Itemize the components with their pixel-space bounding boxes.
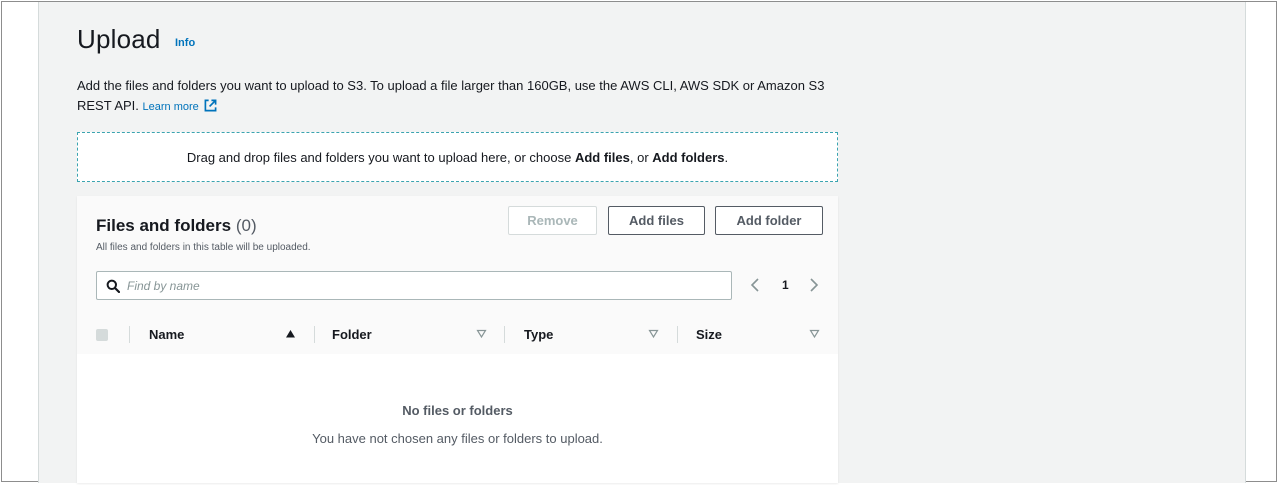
learn-more-link[interactable]: Learn more bbox=[142, 99, 217, 113]
column-header-name[interactable]: Name bbox=[149, 327, 184, 342]
column-header-type[interactable]: Type bbox=[524, 327, 553, 342]
external-link-icon bbox=[204, 99, 217, 112]
browser-frame: Upload Info Add the files and folders yo… bbox=[1, 1, 1277, 483]
search-box bbox=[96, 271, 732, 300]
table-body bbox=[77, 354, 838, 483]
column-header-folder[interactable]: Folder bbox=[332, 327, 372, 342]
dropzone-text-after: . bbox=[724, 149, 729, 165]
panel-subtitle: All files and folders in this table will… bbox=[96, 242, 311, 253]
search-icon bbox=[106, 279, 120, 293]
chevron-left-icon[interactable] bbox=[749, 276, 761, 294]
column-divider bbox=[314, 326, 315, 343]
dropzone-add-files: Add files bbox=[574, 149, 630, 165]
page-title: Upload bbox=[77, 24, 161, 54]
empty-state-description: You have not chosen any files or folders… bbox=[312, 431, 603, 446]
upload-dropzone[interactable]: Drag and drop files and folders you want… bbox=[77, 132, 838, 182]
add-folder-button[interactable]: Add folder bbox=[715, 206, 823, 235]
add-files-button[interactable]: Add files bbox=[608, 206, 705, 235]
search-input[interactable] bbox=[127, 272, 717, 299]
file-count: (0) bbox=[235, 216, 257, 235]
sort-caret-down-icon[interactable] bbox=[809, 328, 820, 339]
dropzone-add-folders: Add folders bbox=[652, 149, 725, 165]
empty-state-title: No files or folders bbox=[402, 403, 513, 418]
page-description: Add the files and folders you want to up… bbox=[77, 76, 847, 117]
remove-button[interactable]: Remove bbox=[508, 206, 597, 235]
dropzone-text: Drag and drop files and folders you want… bbox=[187, 150, 728, 165]
info-link[interactable]: Info bbox=[175, 37, 195, 49]
dropzone-text-before: Drag and drop files and folders you want… bbox=[186, 149, 575, 165]
column-divider bbox=[129, 326, 130, 343]
page-number[interactable]: 1 bbox=[782, 278, 789, 292]
panel-title-text: Files and folders bbox=[96, 216, 232, 235]
column-divider bbox=[677, 326, 678, 343]
chevron-right-icon[interactable] bbox=[808, 276, 820, 294]
sort-caret-down-icon[interactable] bbox=[476, 328, 487, 339]
panel-title: Files and folders (0) bbox=[96, 216, 257, 236]
column-divider bbox=[504, 326, 505, 343]
sort-ascending-icon[interactable] bbox=[285, 328, 296, 339]
sort-caret-down-icon[interactable] bbox=[648, 328, 659, 339]
select-all-checkbox[interactable] bbox=[96, 329, 108, 341]
column-header-size[interactable]: Size bbox=[696, 327, 722, 342]
table-header: Name Folder Type Size bbox=[77, 314, 838, 354]
files-and-folders-panel: Files and folders (0) All files and fold… bbox=[77, 196, 838, 483]
learn-more-label: Learn more bbox=[142, 101, 199, 113]
dropzone-separator: , or bbox=[629, 149, 653, 165]
